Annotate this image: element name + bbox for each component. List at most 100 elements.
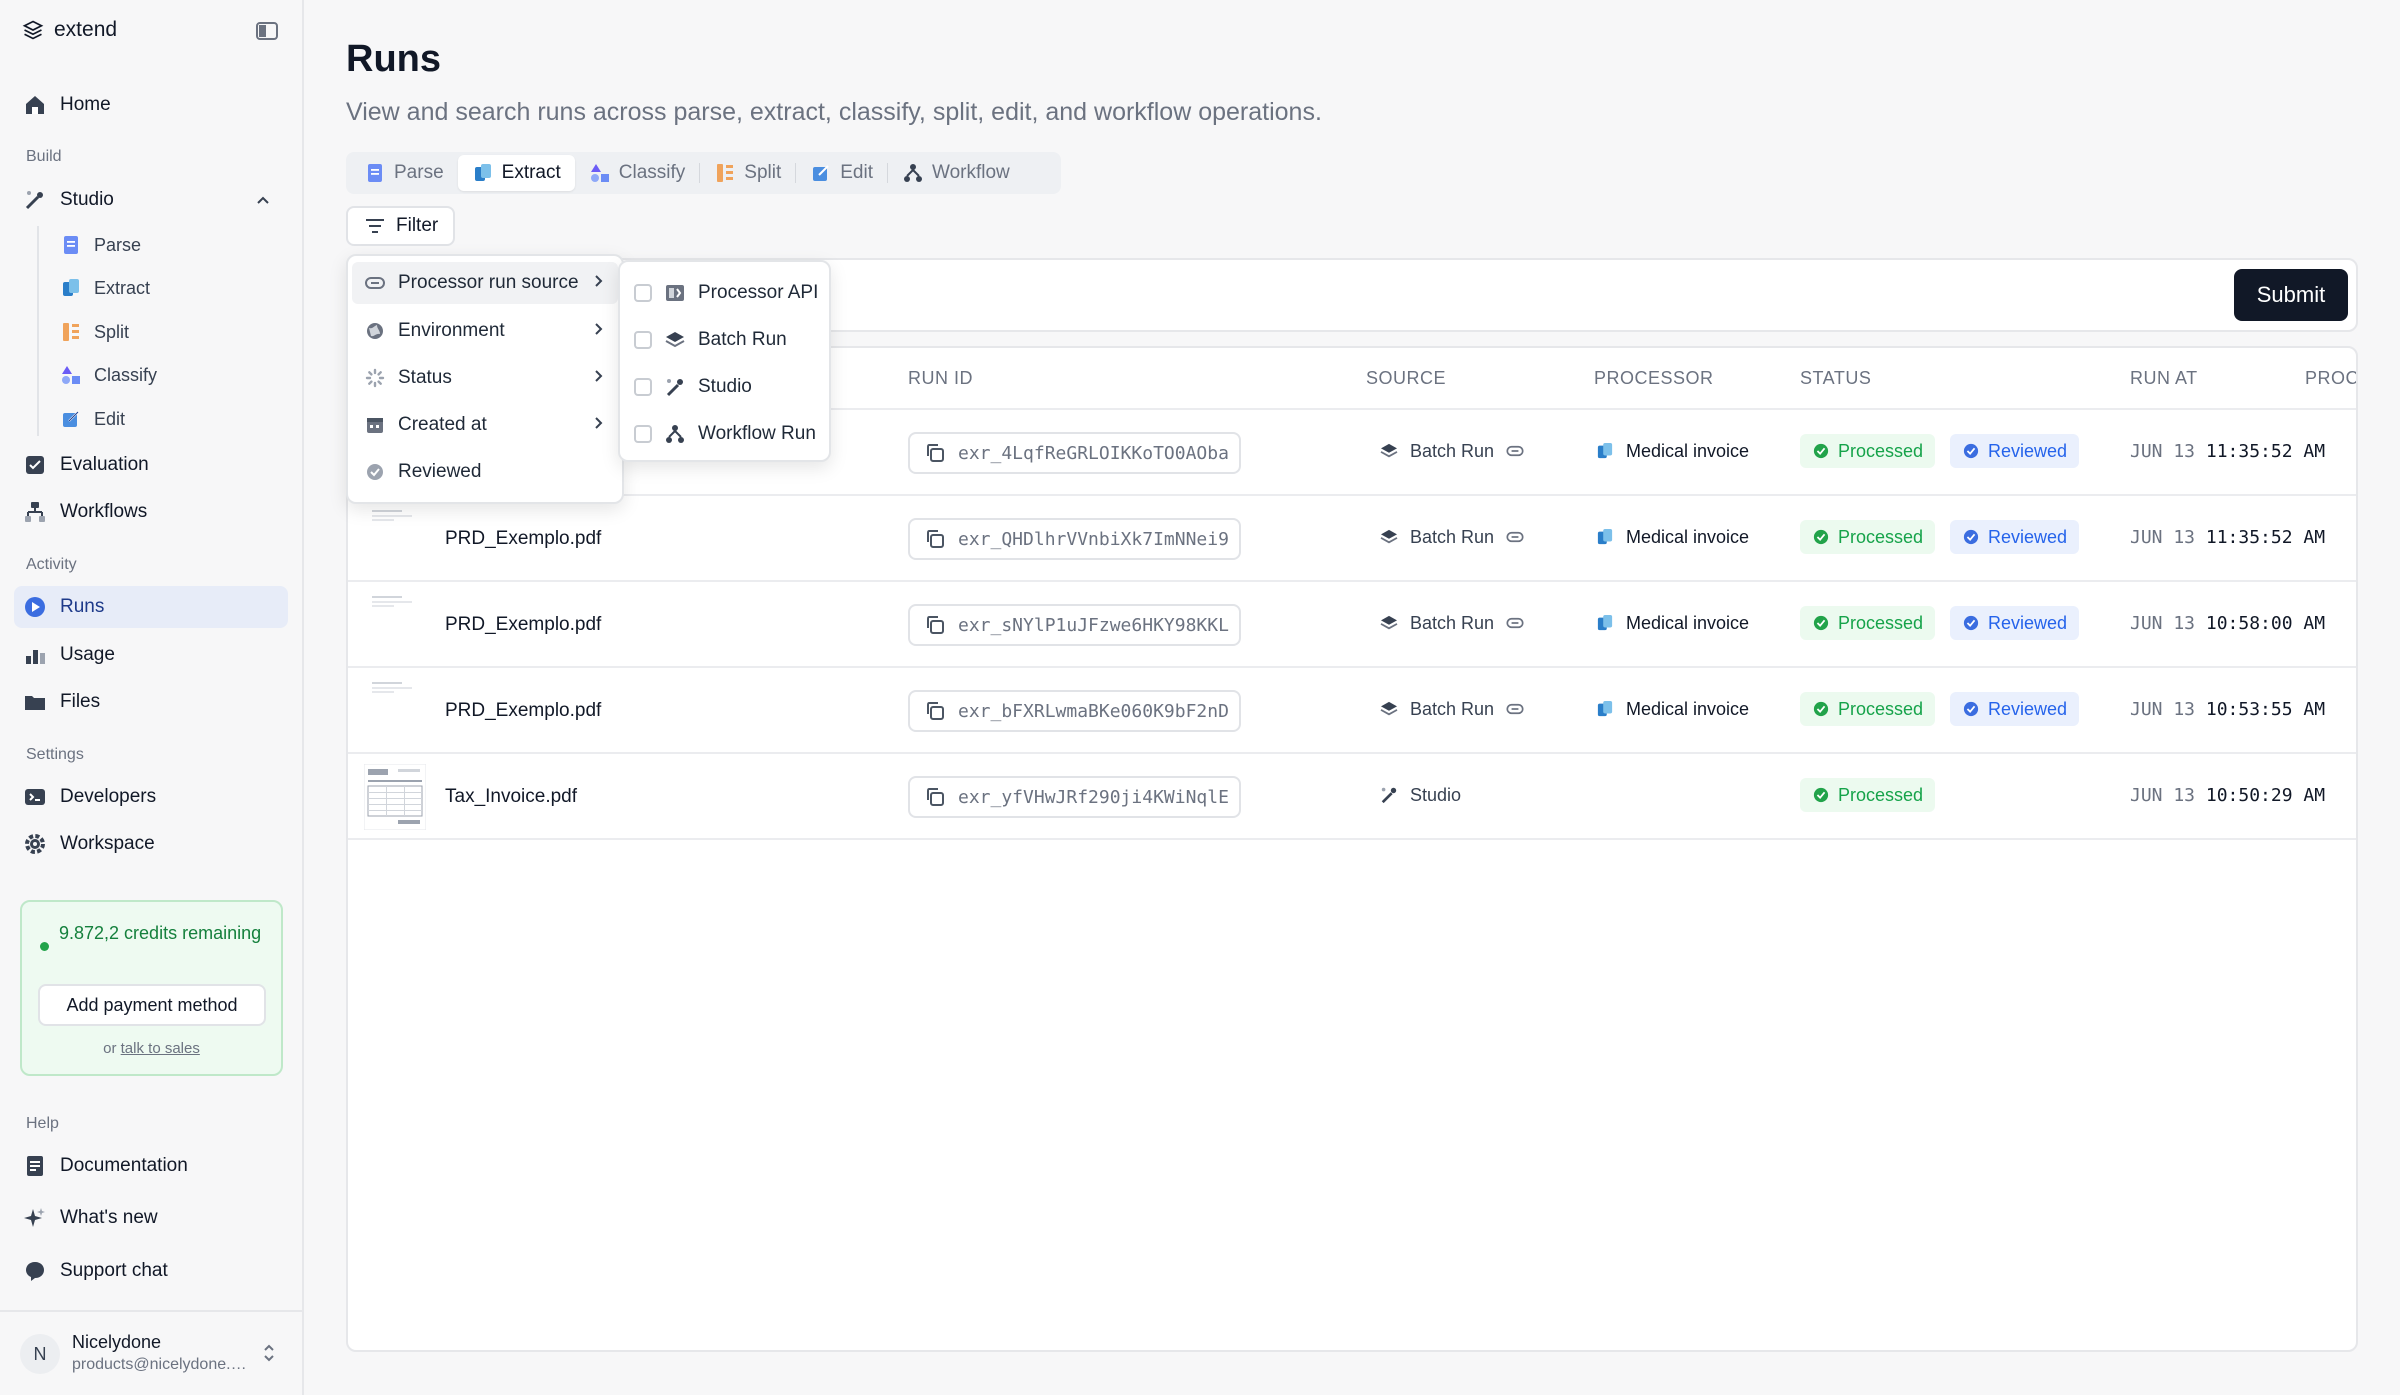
source-label: Batch Run — [1410, 440, 1495, 461]
sidebar-item-runs[interactable]: Runs — [14, 586, 288, 628]
document-thumbnail[interactable] — [364, 506, 426, 572]
chevron-right-icon — [594, 272, 604, 294]
tab-label-classify: Classify — [618, 162, 686, 183]
extract-icon — [1594, 698, 1616, 720]
column-header-processor: PROCESSOR — [1594, 368, 1714, 388]
run-id-copy-button[interactable]: exr_4LqfReGRLOIKKoTO0AOba — [908, 432, 1241, 474]
filter-menu-item-status[interactable]: Status — [352, 357, 618, 399]
sidebar-subitem-split[interactable]: Split — [56, 313, 286, 351]
sidebar-label-developers: Developers — [60, 786, 157, 807]
tab-edit[interactable]: Edit — [796, 155, 887, 191]
file-name[interactable]: PRD_Exemplo.pdf — [445, 700, 601, 722]
tab-parse[interactable]: Parse — [350, 155, 458, 191]
submenu-option-workflow-run[interactable]: Workflow Run — [634, 417, 816, 451]
sidebar-subitem-classify[interactable]: Classify — [56, 356, 286, 394]
submenu-label: Batch Run — [698, 329, 787, 350]
sidebar-item-files[interactable]: Files — [14, 681, 288, 723]
check-circle-icon — [1810, 440, 1832, 462]
sidebar-collapse-icon[interactable] — [256, 22, 278, 40]
brand[interactable]: extend — [22, 18, 117, 42]
or-text: or — [103, 1040, 117, 1057]
run-id-copy-button[interactable]: exr_sNYlP1uJFzwe6HKY98KKL — [908, 604, 1241, 646]
run-date: JUN 13 — [2130, 785, 2196, 806]
checkbox[interactable] — [634, 425, 652, 443]
run-time: 10:58:00 AM — [2205, 613, 2326, 634]
processor-link[interactable]: Medical invoice — [1594, 440, 1749, 462]
filter-button[interactable]: Filter — [346, 206, 455, 246]
filter-menu-item-environment[interactable]: Environment — [352, 310, 618, 352]
checkbox[interactable] — [634, 284, 652, 302]
sidebar-subitem-edit[interactable]: Edit — [56, 400, 286, 438]
document-thumbnail[interactable] — [364, 678, 426, 744]
table-row[interactable]: Tax_Invoice.pdf exr_yfVHwJRf290ji4KWiNqlE… — [348, 754, 2356, 840]
workflow-icon — [902, 162, 924, 184]
table-row[interactable]: PRD_Exemplo.pdf exr_bFXRLwmaBKe060K9bF2nD… — [348, 668, 2356, 754]
tab-classify[interactable]: Classify — [575, 155, 700, 191]
document-thumbnail[interactable] — [363, 763, 427, 831]
status-badge: Processed — [1800, 606, 1936, 640]
sidebar-item-workflows[interactable]: Workflows — [14, 491, 288, 533]
tab-workflow[interactable]: Workflow — [888, 155, 1024, 191]
tab-extract[interactable]: Extract — [457, 155, 575, 191]
split-icon — [714, 162, 736, 184]
submenu-label: Studio — [698, 376, 752, 397]
sidebar-item-documentation[interactable]: Documentation — [14, 1145, 288, 1187]
source-label: Studio — [1410, 784, 1462, 805]
sidebar-item-usage[interactable]: Usage — [14, 634, 288, 676]
section-label-settings: Settings — [26, 746, 84, 763]
table-row[interactable]: PRD_Exemplo.pdf exr_sNYlP1uJFzwe6HKY98KKL… — [348, 582, 2356, 668]
runs-table: RUN ID SOURCE PROCESSOR STATUS RUN AT PR… — [346, 346, 2358, 1352]
tab-label-parse: Parse — [394, 162, 444, 183]
document-thumbnail[interactable] — [364, 592, 426, 658]
sidebar: extend Home Build Studio Parse Extract S… — [0, 0, 304, 1395]
documentation-icon — [24, 1155, 46, 1177]
sidebar-item-studio[interactable]: Studio — [14, 179, 288, 221]
filter-menu-label: Environment — [398, 320, 505, 341]
file-name[interactable]: Tax_Invoice.pdf — [445, 786, 577, 808]
split-icon — [60, 321, 82, 343]
extract-icon — [1594, 440, 1616, 462]
check-circle-icon — [1810, 612, 1832, 634]
sidebar-item-workspace[interactable]: Workspace — [14, 823, 288, 865]
classify-icon — [589, 162, 611, 184]
processor-link[interactable]: Medical invoice — [1594, 698, 1749, 720]
sidebar-item-whats-new[interactable]: What's new — [14, 1197, 288, 1239]
sidebar-label-edit: Edit — [94, 408, 126, 429]
user-account-switcher[interactable]: N Nicelydone products@nicelydone.club — [0, 1310, 302, 1395]
run-id-copy-button[interactable]: exr_yfVHwJRf290ji4KWiNqlE — [908, 776, 1241, 818]
submit-button[interactable]: Submit — [2234, 269, 2348, 321]
submenu-option-processor-api[interactable]: Processor API — [634, 276, 818, 310]
tab-split[interactable]: Split — [700, 155, 795, 191]
filter-menu-item-reviewed[interactable]: Reviewed — [352, 451, 618, 493]
sidebar-item-home[interactable]: Home — [14, 84, 288, 126]
add-payment-method-button[interactable]: Add payment method — [38, 984, 266, 1026]
processor-link[interactable]: Medical invoice — [1594, 526, 1749, 548]
checkbox[interactable] — [634, 331, 652, 349]
filter-menu-item-created-at[interactable]: Created at — [352, 404, 618, 446]
status-label: Processed — [1838, 698, 1924, 719]
run-id-copy-button[interactable]: exr_bFXRLwmaBKe060K9bF2nD — [908, 690, 1241, 732]
check-circle-icon — [1960, 526, 1982, 548]
status-badge: Processed — [1800, 434, 1936, 468]
sidebar-subitem-parse[interactable]: Parse — [56, 226, 286, 264]
gear-icon — [24, 833, 46, 855]
run-at: JUN 13 11:35:52 AM — [2130, 441, 2325, 462]
sidebar-item-support-chat[interactable]: Support chat — [14, 1250, 288, 1292]
talk-to-sales-link[interactable]: talk to sales — [121, 1040, 200, 1057]
sidebar-item-developers[interactable]: Developers — [14, 776, 288, 818]
processor-link[interactable]: Medical invoice — [1594, 612, 1749, 634]
submenu-option-studio[interactable]: Studio — [634, 370, 752, 404]
table-row[interactable]: PRD_Exemplo.pdf exr_QHDlhrVVnbiXk7ImNNei9… — [348, 496, 2356, 582]
checkbox[interactable] — [634, 378, 652, 396]
submenu-option-batch-run[interactable]: Batch Run — [634, 323, 787, 357]
sidebar-label-classify: Classify — [94, 364, 158, 385]
calendar-icon — [364, 414, 386, 436]
run-id-copy-button[interactable]: exr_QHDlhrVVnbiXk7ImNNei9 — [908, 518, 1241, 560]
sidebar-item-evaluation[interactable]: Evaluation — [14, 444, 288, 486]
sidebar-subitem-extract[interactable]: Extract — [56, 269, 286, 307]
file-name[interactable]: PRD_Exemplo.pdf — [445, 528, 601, 550]
filter-menu-item-processor-run-source[interactable]: Processor run source — [352, 262, 618, 304]
copy-icon — [924, 528, 946, 550]
run-date: JUN 13 — [2130, 613, 2196, 634]
file-name[interactable]: PRD_Exemplo.pdf — [445, 614, 601, 636]
